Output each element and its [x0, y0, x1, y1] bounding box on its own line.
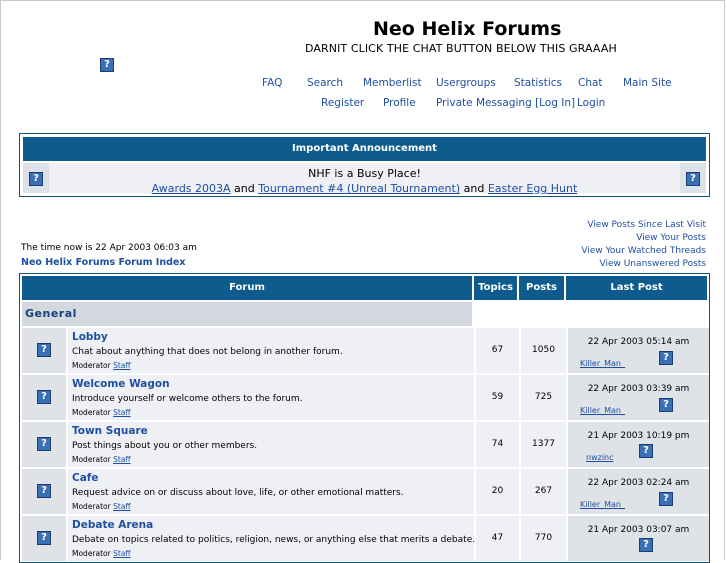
header-posts: Posts [519, 276, 564, 300]
last-post-date: 21 Apr 2003 03:07 am [587, 525, 690, 535]
forum-description: Introduce yourself or welcome others to … [72, 394, 303, 404]
posts-count: 1377 [521, 422, 566, 467]
announcement-right-icon [686, 172, 700, 186]
forum-moderator: Moderator Staff [72, 361, 131, 370]
header-forum: Forum [22, 276, 472, 300]
forum-moderator: Moderator Staff [72, 549, 131, 558]
last-post-user-link[interactable]: Killer_Man_ [580, 500, 625, 509]
tournament-link[interactable]: Tournament #4 (Unreal Tournament) [258, 182, 460, 195]
site-description: DARNIT CLICK THE CHAT BUTTON BELOW THIS … [305, 42, 617, 55]
view-watched-threads-link[interactable]: View Your Watched Threads [581, 246, 706, 256]
topics-count: 47 [476, 516, 519, 561]
forum-name-link[interactable]: Cafe [72, 472, 98, 484]
nav-memberlist[interactable]: Memberlist [363, 77, 422, 89]
last-post-user-link[interactable]: nwzinc [586, 453, 614, 462]
moderator-link[interactable]: Staff [113, 549, 130, 558]
table-row: Town Square Post things about you or oth… [22, 422, 709, 467]
nav-search[interactable]: Search [307, 77, 343, 89]
last-post-date: 22 Apr 2003 03:39 am [587, 384, 690, 394]
forum-name-link[interactable]: Debate Arena [72, 519, 153, 531]
easter-egg-link[interactable]: Easter Egg Hunt [488, 182, 577, 195]
nav-faq[interactable]: FAQ [262, 77, 282, 89]
announcement-box: Important Announcement NHF is a Busy Pla… [19, 133, 710, 197]
nav-chat[interactable]: Chat [578, 77, 603, 89]
posts-count: 1050 [521, 328, 566, 373]
forum-moderator: Moderator Staff [72, 408, 131, 417]
announcement-body: NHF is a Busy Place! Awards 2003A and To… [23, 163, 706, 195]
moderator-link[interactable]: Staff [113, 502, 130, 511]
table-row: Cafe Request advice on or discuss about … [22, 469, 709, 514]
view-latest-post-icon[interactable] [639, 444, 653, 458]
header-topics: Topics [474, 276, 517, 300]
last-post-date: 21 Apr 2003 10:19 pm [587, 431, 690, 441]
last-post-date: 22 Apr 2003 02:24 am [587, 478, 690, 488]
nav-login[interactable]: Login [577, 97, 605, 109]
view-latest-post-icon[interactable] [659, 351, 673, 365]
awards-link[interactable]: Awards 2003A [152, 182, 231, 195]
announcement-text: NHF is a Busy Place! [308, 167, 421, 180]
forum-table: Forum Topics Posts Last Post General Lob… [19, 273, 710, 563]
forum-folder-icon [37, 343, 51, 357]
last-post-user-link[interactable]: Killer_Man_ [580, 406, 625, 415]
forum-description: Request advice on or discuss about love,… [72, 488, 404, 498]
view-your-posts-link[interactable]: View Your Posts [636, 233, 706, 243]
forum-description: Chat about anything that does not belong… [72, 347, 343, 357]
announcement-links: Awards 2003A and Tournament #4 (Unreal T… [151, 182, 578, 195]
forum-name-link[interactable]: Lobby [72, 331, 108, 343]
header-last-post: Last Post [566, 276, 707, 300]
forum-description: Post things about you or other members. [72, 441, 258, 451]
site-logo-icon[interactable] [100, 58, 114, 72]
posts-count: 267 [521, 469, 566, 514]
nav-private-messaging[interactable]: Private Messaging [Log In] [436, 97, 575, 109]
nav-profile[interactable]: Profile [383, 97, 416, 109]
forum-folder-icon [37, 390, 51, 404]
forum-name-link[interactable]: Town Square [72, 425, 148, 437]
forum-moderator: Moderator Staff [72, 455, 131, 464]
forum-moderator: Moderator Staff [72, 502, 131, 511]
forum-page: Neo Helix Forums DARNIT CLICK THE CHAT B… [0, 0, 725, 563]
view-unanswered-posts-link[interactable]: View Unanswered Posts [600, 259, 706, 269]
forum-folder-icon [37, 531, 51, 545]
forum-name-link[interactable]: Welcome Wagon [72, 378, 170, 390]
forum-folder-icon [37, 437, 51, 451]
topics-count: 67 [476, 328, 519, 373]
table-row: Welcome Wagon Introduce yourself or welc… [22, 375, 709, 420]
topics-count: 20 [476, 469, 519, 514]
moderator-link[interactable]: Staff [113, 361, 130, 370]
view-latest-post-icon[interactable] [659, 492, 673, 506]
last-post-user-link[interactable]: Killer_Man_ [580, 359, 625, 368]
posts-count: 725 [521, 375, 566, 420]
posts-count: 770 [521, 516, 566, 561]
last-post-date: 22 Apr 2003 05:14 am [587, 337, 690, 347]
announcement-heading: Important Announcement [23, 137, 706, 161]
topics-count: 59 [476, 375, 519, 420]
view-posts-since-last-visit-link[interactable]: View Posts Since Last Visit [587, 220, 706, 230]
nav-main-site[interactable]: Main Site [623, 77, 672, 89]
moderator-link[interactable]: Staff [113, 455, 130, 464]
moderator-link[interactable]: Staff [113, 408, 130, 417]
nav-statistics[interactable]: Statistics [514, 77, 562, 89]
site-title: Neo Helix Forums [373, 18, 562, 40]
forum-index-link[interactable]: Neo Helix Forums Forum Index [21, 257, 185, 268]
current-time: The time now is 22 Apr 2003 06:03 am [21, 243, 197, 253]
forum-description: Debate on topics related to politics, re… [72, 535, 476, 545]
view-latest-post-icon[interactable] [659, 398, 673, 412]
table-row: Debate Arena Debate on topics related to… [22, 516, 709, 561]
forum-folder-icon [37, 484, 51, 498]
view-latest-post-icon[interactable] [639, 538, 653, 552]
table-row: Lobby Chat about anything that does not … [22, 328, 709, 373]
category-general[interactable]: General [22, 302, 472, 326]
nav-register[interactable]: Register [321, 97, 364, 109]
nav-usergroups[interactable]: Usergroups [436, 77, 496, 89]
topics-count: 74 [476, 422, 519, 467]
